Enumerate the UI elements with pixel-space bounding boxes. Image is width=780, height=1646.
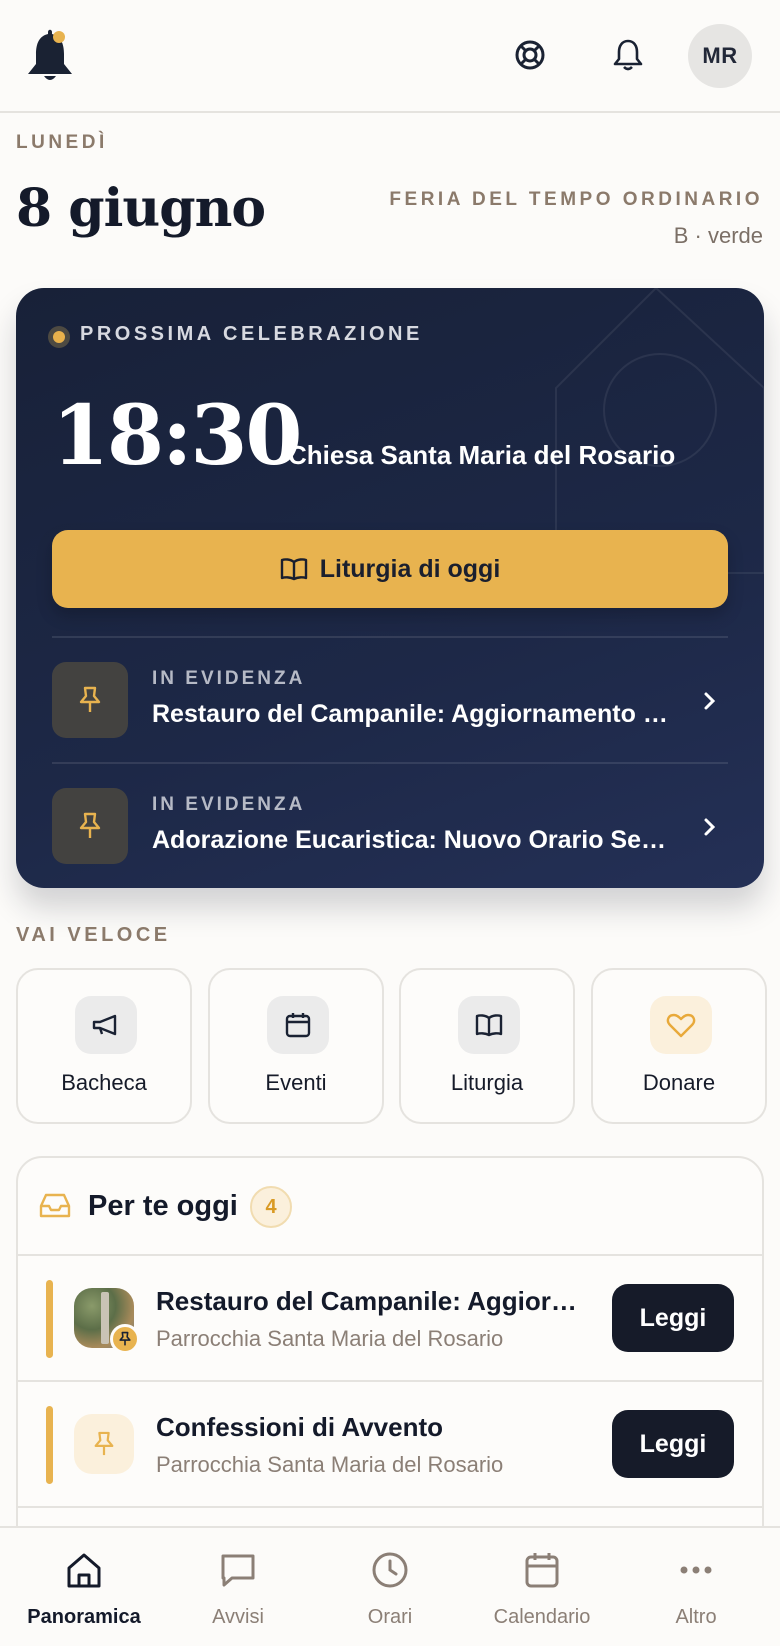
celebration-church: Chiesa Santa Maria del Rosario: [288, 440, 676, 470]
accent-bar: [46, 1406, 53, 1484]
weekday-label: LUNEDÌ: [16, 132, 108, 153]
tab-label: Altro: [675, 1606, 717, 1628]
accent-bar: [46, 1280, 53, 1358]
next-celebration-label: PROSSIMA CELEBRAZIONE: [80, 323, 423, 345]
heart-icon: [650, 996, 712, 1054]
tab-label: Orari: [367, 1606, 413, 1628]
tab-label: Avvisi: [212, 1606, 264, 1628]
item-title: Restauro del Campanile: Aggiornamento la…: [156, 1286, 584, 1316]
tab-altro[interactable]: Altro: [618, 1528, 774, 1646]
read-button[interactable]: Leggi: [612, 1284, 734, 1352]
featured-item[interactable]: IN EVIDENZA Restauro del Campanile: Aggi…: [52, 636, 728, 762]
featured-item[interactable]: IN EVIDENZA Adorazione Eucaristica: Nuov…: [52, 762, 728, 888]
pin-icon: [110, 1324, 140, 1354]
pin-icon: [52, 788, 128, 864]
pin-icon: [74, 1414, 134, 1474]
featured-kicker: IN EVIDENZA: [152, 794, 306, 815]
calendar-icon: [525, 1553, 559, 1588]
campanile-thumbnail: [74, 1288, 140, 1354]
quick-actions-label: VAI VELOCE: [16, 924, 171, 946]
bell-icon[interactable]: [26, 26, 78, 84]
list-item[interactable]: Confessioni di Avvento Parrocchia Santa …: [18, 1382, 762, 1508]
lifebuoy-icon[interactable]: [505, 30, 555, 80]
quick-label: Donare: [642, 1070, 716, 1095]
clock-icon: [372, 1552, 408, 1588]
tab-calendario[interactable]: Calendario: [464, 1528, 620, 1646]
quick-label: Bacheca: [61, 1070, 147, 1095]
quick-label: Liturgia: [450, 1070, 524, 1095]
next-celebration-card: PROSSIMA CELEBRAZIONE 18:30 Chiesa Santa…: [16, 288, 764, 888]
more-icon: [680, 1566, 712, 1574]
list-item[interactable]: Restauro del Campanile: Aggiornamento la…: [18, 1256, 762, 1382]
liturgical-season: B · verde: [673, 223, 763, 248]
tab-avvisi[interactable]: Avvisi: [160, 1528, 316, 1646]
tab-label: Calendario: [493, 1606, 591, 1628]
for-you-header: Per te oggi 4: [18, 1158, 762, 1256]
bell-outline-icon[interactable]: [603, 30, 653, 80]
book-icon: [280, 558, 307, 581]
app-header: MR: [0, 0, 780, 113]
chevron-right-icon: [704, 818, 716, 836]
megaphone-icon: [75, 996, 137, 1054]
item-subtitle: Parrocchia Santa Maria del Rosario: [156, 1452, 504, 1477]
tab-orari[interactable]: Orari: [312, 1528, 468, 1646]
bottom-tab-bar: Panoramica Avvisi Orari Calendario Altro: [0, 1526, 780, 1646]
featured-title: Restauro del Campanile: Aggiornamento la…: [152, 700, 672, 728]
avatar[interactable]: MR: [688, 24, 752, 88]
liturgy-today-button[interactable]: Liturgia di oggi: [52, 530, 728, 608]
chevron-right-icon: [704, 692, 716, 710]
page-title: 8 giugno: [16, 178, 266, 239]
liturgy-today-label: Liturgia di oggi: [319, 554, 501, 583]
read-button[interactable]: Leggi: [612, 1410, 734, 1478]
chat-icon: [221, 1554, 255, 1587]
featured-kicker: IN EVIDENZA: [152, 668, 306, 689]
quick-eventi-button[interactable]: Eventi: [208, 968, 384, 1124]
tab-label: Panoramica: [27, 1606, 141, 1628]
for-you-title: Per te oggi: [88, 1190, 238, 1222]
item-subtitle: Parrocchia Santa Maria del Rosario: [156, 1326, 504, 1351]
status-dot-icon: [48, 326, 70, 348]
celebration-time: 18:30: [52, 388, 302, 484]
inbox-icon: [39, 1193, 71, 1218]
tab-panoramica[interactable]: Panoramica: [6, 1528, 162, 1646]
calendar-icon: [267, 996, 329, 1054]
home-icon: [67, 1553, 101, 1588]
pin-icon: [52, 662, 128, 738]
featured-title: Adorazione Eucaristica: Nuovo Orario Ser…: [152, 826, 672, 854]
count-badge: 4: [250, 1186, 292, 1228]
liturgical-day: FERIA DEL TEMPO ORDINARIO: [389, 189, 763, 210]
quick-donare-button[interactable]: Donare: [591, 968, 767, 1124]
item-title: Confessioni di Avvento: [156, 1412, 443, 1442]
quick-label: Eventi: [265, 1070, 327, 1095]
quick-liturgia-button[interactable]: Liturgia: [399, 968, 575, 1124]
quick-bacheca-button[interactable]: Bacheca: [16, 968, 192, 1124]
book-icon: [458, 996, 520, 1054]
